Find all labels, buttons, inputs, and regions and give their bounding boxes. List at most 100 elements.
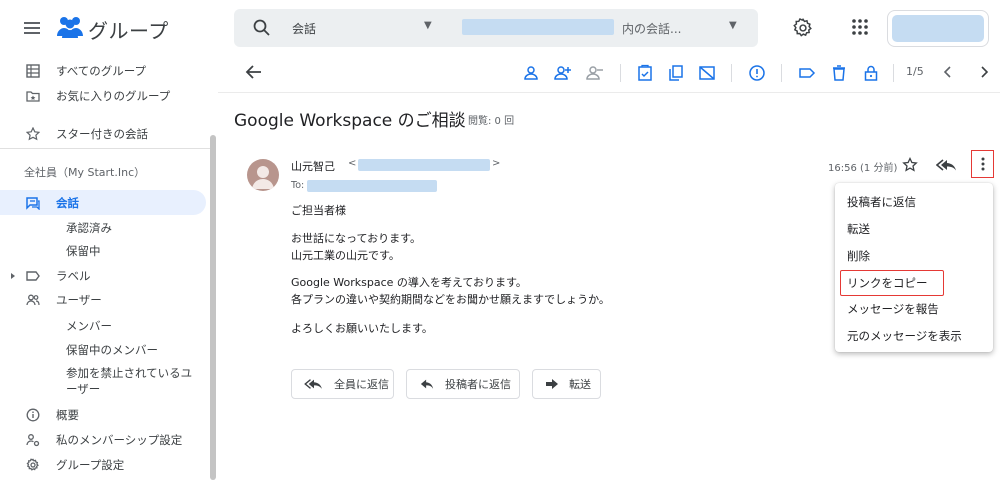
apps-grid-icon[interactable] [850, 17, 870, 37]
main-menu-button[interactable] [20, 16, 44, 40]
chevron-right-icon[interactable] [976, 64, 992, 80]
menu-item-report-message[interactable]: メッセージを報告 [835, 297, 993, 321]
toolbar-divider [218, 92, 1000, 93]
hamburger-icon [24, 22, 40, 34]
sidebar-item-banned-users[interactable]: 参加を禁止されているユ ーザー [0, 362, 206, 400]
forward-button[interactable]: 転送 [532, 369, 601, 399]
assign-user-icon[interactable] [522, 64, 540, 82]
star-icon [26, 126, 40, 141]
sidebar-item-labels[interactable]: ラベル [0, 263, 206, 288]
back-arrow-icon[interactable] [244, 62, 264, 82]
expand-triangle-icon[interactable] [8, 271, 18, 281]
banned-label-line1: 参加を禁止されているユ [66, 366, 193, 380]
message-body-line: Google Workspace の導入を考えております。 [291, 276, 527, 289]
sidebar-item-pending-members[interactable]: 保留中のメンバー [0, 337, 206, 362]
sidebar-item-label: 参加を禁止されているユ ーザー [66, 365, 192, 397]
report-icon[interactable] [748, 64, 766, 82]
toolbar-separator [731, 64, 732, 82]
sidebar-item-label: 保留中のメンバー [66, 342, 158, 357]
message-body-line: よろしくお願いいたします。 [291, 322, 433, 335]
sidebar-item-approved[interactable]: 承認済み [0, 215, 206, 240]
toolbar-separator [620, 64, 621, 82]
email-bracket-close: > [492, 158, 501, 169]
remove-user-icon[interactable] [586, 64, 604, 82]
sidebar-item-favorite-groups[interactable]: お気に入りのグループ [0, 83, 206, 108]
menu-item-reply-author[interactable]: 投稿者に返信 [835, 190, 993, 214]
search-bar[interactable]: 会話 ▼ 内の会話... ▼ [234, 9, 758, 47]
toolbar-separator [893, 64, 894, 82]
search-group-label[interactable]: 内の会話... [622, 20, 681, 37]
forward-arrow-icon [546, 379, 558, 389]
sidebar-item-label: スター付きの会話 [56, 126, 148, 141]
group-section-header[interactable]: 全社員（My Start.Inc） [24, 164, 145, 180]
folder-star-icon [26, 89, 40, 103]
label-icon[interactable] [798, 64, 816, 82]
lock-icon[interactable] [862, 64, 880, 82]
sidebar-item-overview[interactable]: 概要 [0, 402, 206, 427]
menu-item-delete[interactable]: 削除 [835, 244, 993, 268]
grid-icon [26, 63, 40, 78]
delete-icon[interactable] [830, 64, 848, 82]
reply-author-button[interactable]: 投稿者に返信 [406, 369, 520, 399]
toolbar-separator [781, 64, 782, 82]
reply-all-button[interactable]: 全員に返信 [291, 369, 394, 399]
thread-subject: Google Workspace のご相談 [234, 111, 466, 131]
sidebar-item-label: 会話 [56, 195, 79, 210]
search-scope-select[interactable]: 会話 [292, 20, 316, 37]
reply-icon [420, 379, 434, 389]
reply-all-label: 全員に返信 [334, 378, 389, 391]
sidebar-item-starred[interactable]: スター付きの会話 [0, 121, 206, 146]
forward-label: 転送 [569, 378, 591, 391]
sidebar-item-conversations[interactable]: 会話 [0, 190, 206, 215]
reply-all-icon[interactable] [936, 157, 958, 173]
pagination-text: 1/5 [906, 65, 924, 78]
sidebar-item-label: すべてのグループ [56, 63, 147, 78]
sidebar-item-users[interactable]: ユーザー [0, 287, 206, 312]
account-button[interactable] [887, 10, 989, 47]
reply-author-label: 投稿者に返信 [445, 378, 511, 391]
person-settings-icon [26, 433, 40, 447]
sidebar-item-group-settings[interactable]: グループ設定 [0, 452, 206, 477]
sender-name: 山元智己 [291, 160, 335, 173]
message-timestamp: 16:56 (1 分前) [828, 163, 898, 174]
label-icon [26, 269, 40, 283]
more-options-menu: 投稿者に返信 転送 削除 リンクをコピー メッセージを報告 元のメッセージを表示 [835, 183, 993, 352]
avatar[interactable] [247, 159, 279, 191]
sidebar-item-label: 承認済み [66, 220, 112, 235]
no-action-needed-icon[interactable] [698, 64, 716, 82]
more-options-button[interactable] [971, 150, 994, 178]
menu-item-show-original[interactable]: 元のメッセージを表示 [835, 324, 993, 348]
message-body-line: ご担当者様 [291, 204, 346, 217]
sidebar-item-pending[interactable]: 保留中 [0, 238, 206, 263]
sidebar-item-label: ユーザー [56, 292, 102, 307]
view-count: 閲覧: 0 回 [468, 116, 515, 127]
sidebar-item-label: 私のメンバーシップ設定 [56, 432, 183, 447]
sidebar-item-label: 保留中 [66, 243, 101, 258]
group-caret-down-icon[interactable]: ▼ [729, 20, 737, 31]
star-icon[interactable] [902, 157, 918, 173]
sidebar-scrollbar[interactable] [210, 135, 216, 480]
conversation-icon [26, 196, 40, 210]
reply-all-icon [304, 379, 322, 389]
settings-gear-icon[interactable] [792, 17, 814, 39]
gear-icon [26, 457, 40, 472]
redacted-recipient [307, 180, 437, 192]
sidebar-item-members[interactable]: メンバー [0, 313, 206, 338]
email-bracket-open: < [348, 158, 357, 169]
sidebar-item-membership-settings[interactable]: 私のメンバーシップ設定 [0, 427, 206, 452]
message-body-line: 山元工業の山元です。 [291, 249, 400, 262]
scope-caret-down-icon[interactable]: ▼ [424, 20, 432, 31]
app-title: グループ [88, 19, 169, 43]
sidebar-item-label: お気に入りのグループ [56, 88, 171, 103]
search-icon[interactable] [252, 18, 272, 38]
sidebar-item-label: グループ設定 [56, 457, 125, 472]
menu-item-forward[interactable]: 転送 [835, 217, 993, 241]
add-user-icon[interactable] [554, 64, 572, 82]
sidebar-divider [0, 148, 212, 149]
mark-complete-icon[interactable] [636, 64, 654, 82]
duplicate-icon[interactable] [667, 64, 685, 82]
sidebar-item-all-groups[interactable]: すべてのグループ [0, 58, 206, 83]
redacted-sender-email [358, 159, 490, 171]
sidebar: すべてのグループ お気に入りのグループ スター付きの会話 全社員（My Star… [0, 56, 218, 491]
chevron-left-icon[interactable] [940, 64, 956, 80]
